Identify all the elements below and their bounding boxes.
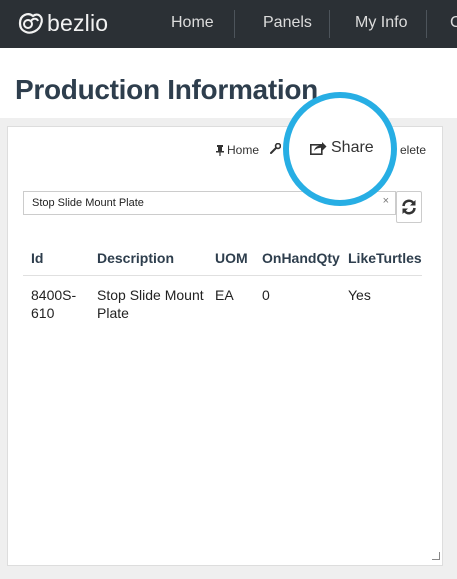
bezlio-logo-icon [18,13,43,34]
share-button-label: Share [331,139,374,156]
delete-button[interactable]: elete [400,143,426,157]
home-button[interactable]: Home [216,143,259,157]
clear-search-button[interactable]: × [383,195,389,207]
top-navbar: bezlio Home Panels My Info C [0,0,457,48]
cell-id-line: 610 [31,305,55,321]
home-button-label: Home [227,143,260,157]
cell-description-line: Plate [97,305,129,321]
column-header-onhandqty[interactable]: OnHandQty [262,250,340,266]
cell-liketurtles[interactable]: Yes [348,286,371,304]
share-icon [310,142,327,155]
nav-divider [234,10,235,38]
brand[interactable]: bezlio [16,9,108,37]
cell-id-line: 8400S- [31,287,77,303]
nav-panels[interactable]: Panels [263,0,312,48]
refresh-icon [402,199,416,215]
column-header-liketurtles[interactable]: LikeTurtles [348,250,422,266]
search-box: × [23,191,396,215]
column-header-description[interactable]: Description [97,250,174,266]
cell-onhandqty[interactable]: 0 [262,286,270,304]
nav-item-clipped[interactable]: C [450,0,457,48]
nav-my-info[interactable]: My Info [355,0,407,48]
cell-id[interactable]: 8400S- 610 [31,286,76,322]
cell-description[interactable]: Stop Slide Mount Plate [97,286,204,322]
wrench-icon [270,143,281,154]
settings-button[interactable] [270,143,284,154]
pin-icon [216,144,224,156]
refresh-button[interactable] [396,191,422,223]
nav-divider [329,10,330,38]
resize-grip-icon[interactable] [432,552,440,560]
search-input[interactable] [24,192,374,214]
column-header-uom[interactable]: UOM [215,250,248,266]
delete-button-label: elete [400,143,427,157]
cell-description-line: Stop Slide Mount [97,287,204,303]
nav-home[interactable]: Home [171,0,214,48]
nav-divider [426,10,427,38]
table-header-divider [23,275,422,276]
cell-uom[interactable]: EA [215,286,234,304]
share-button[interactable]: Share [310,139,374,157]
brand-name: bezlio [47,9,109,36]
page-title: Production Information [15,74,318,105]
column-header-id[interactable]: Id [31,250,43,266]
